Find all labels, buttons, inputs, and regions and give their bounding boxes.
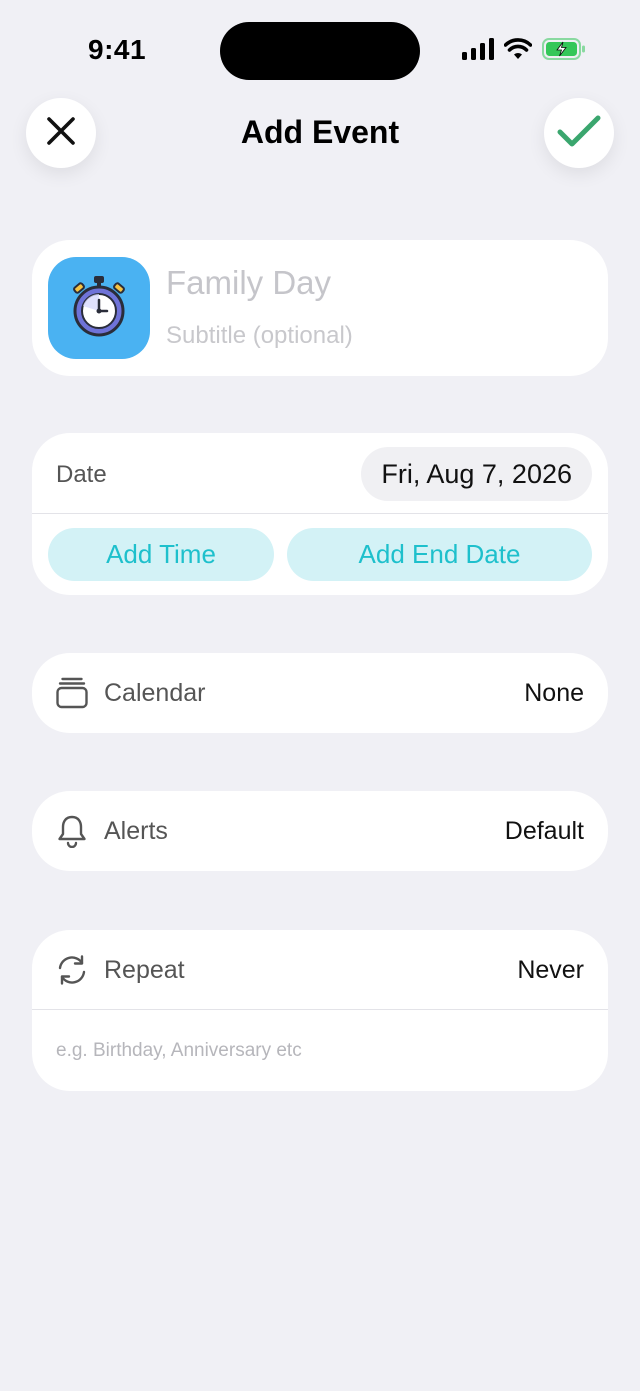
divider: [32, 513, 608, 514]
bell-icon: [54, 813, 90, 849]
checkmark-icon: [557, 114, 601, 153]
stopwatch-icon: [69, 274, 129, 343]
date-card: Date Fri, Aug 7, 2026 Add Time Add End D…: [32, 433, 608, 595]
date-picker-button[interactable]: Fri, Aug 7, 2026: [361, 447, 592, 501]
date-label: Date: [56, 461, 107, 488]
repeat-value[interactable]: Never: [517, 956, 584, 985]
event-icon-button[interactable]: [48, 257, 150, 359]
event-subtitle-input[interactable]: [166, 322, 586, 350]
alerts-label: Alerts: [104, 817, 168, 845]
add-end-date-button[interactable]: Add End Date: [287, 528, 592, 581]
event-title-input[interactable]: [166, 264, 586, 302]
wifi-icon: [503, 38, 533, 65]
alerts-row[interactable]: Alerts Default: [32, 791, 608, 871]
repeat-hint-text: e.g. Birthday, Anniversary etc: [56, 1040, 302, 1061]
calendar-label: Calendar: [104, 679, 206, 707]
calendar-row[interactable]: Calendar None: [32, 653, 608, 733]
status-icons: [462, 38, 586, 65]
save-button[interactable]: [544, 98, 614, 168]
event-title-card: [32, 240, 608, 376]
dynamic-island: [220, 22, 420, 80]
repeat-label[interactable]: Repeat: [104, 956, 185, 985]
calendar-value: None: [524, 679, 584, 707]
cellular-signal-icon: [462, 38, 494, 65]
divider: [32, 1009, 608, 1010]
status-bar: 9:41: [0, 0, 640, 100]
repeat-icon: [54, 952, 90, 988]
add-time-button[interactable]: Add Time: [48, 528, 274, 581]
battery-charging-icon: [542, 38, 586, 65]
repeat-card: Repeat Never e.g. Birthday, Anniversary …: [32, 930, 608, 1091]
alerts-value: Default: [504, 817, 584, 845]
calendar-stack-icon: [54, 675, 90, 711]
status-time: 9:41: [88, 34, 147, 65]
